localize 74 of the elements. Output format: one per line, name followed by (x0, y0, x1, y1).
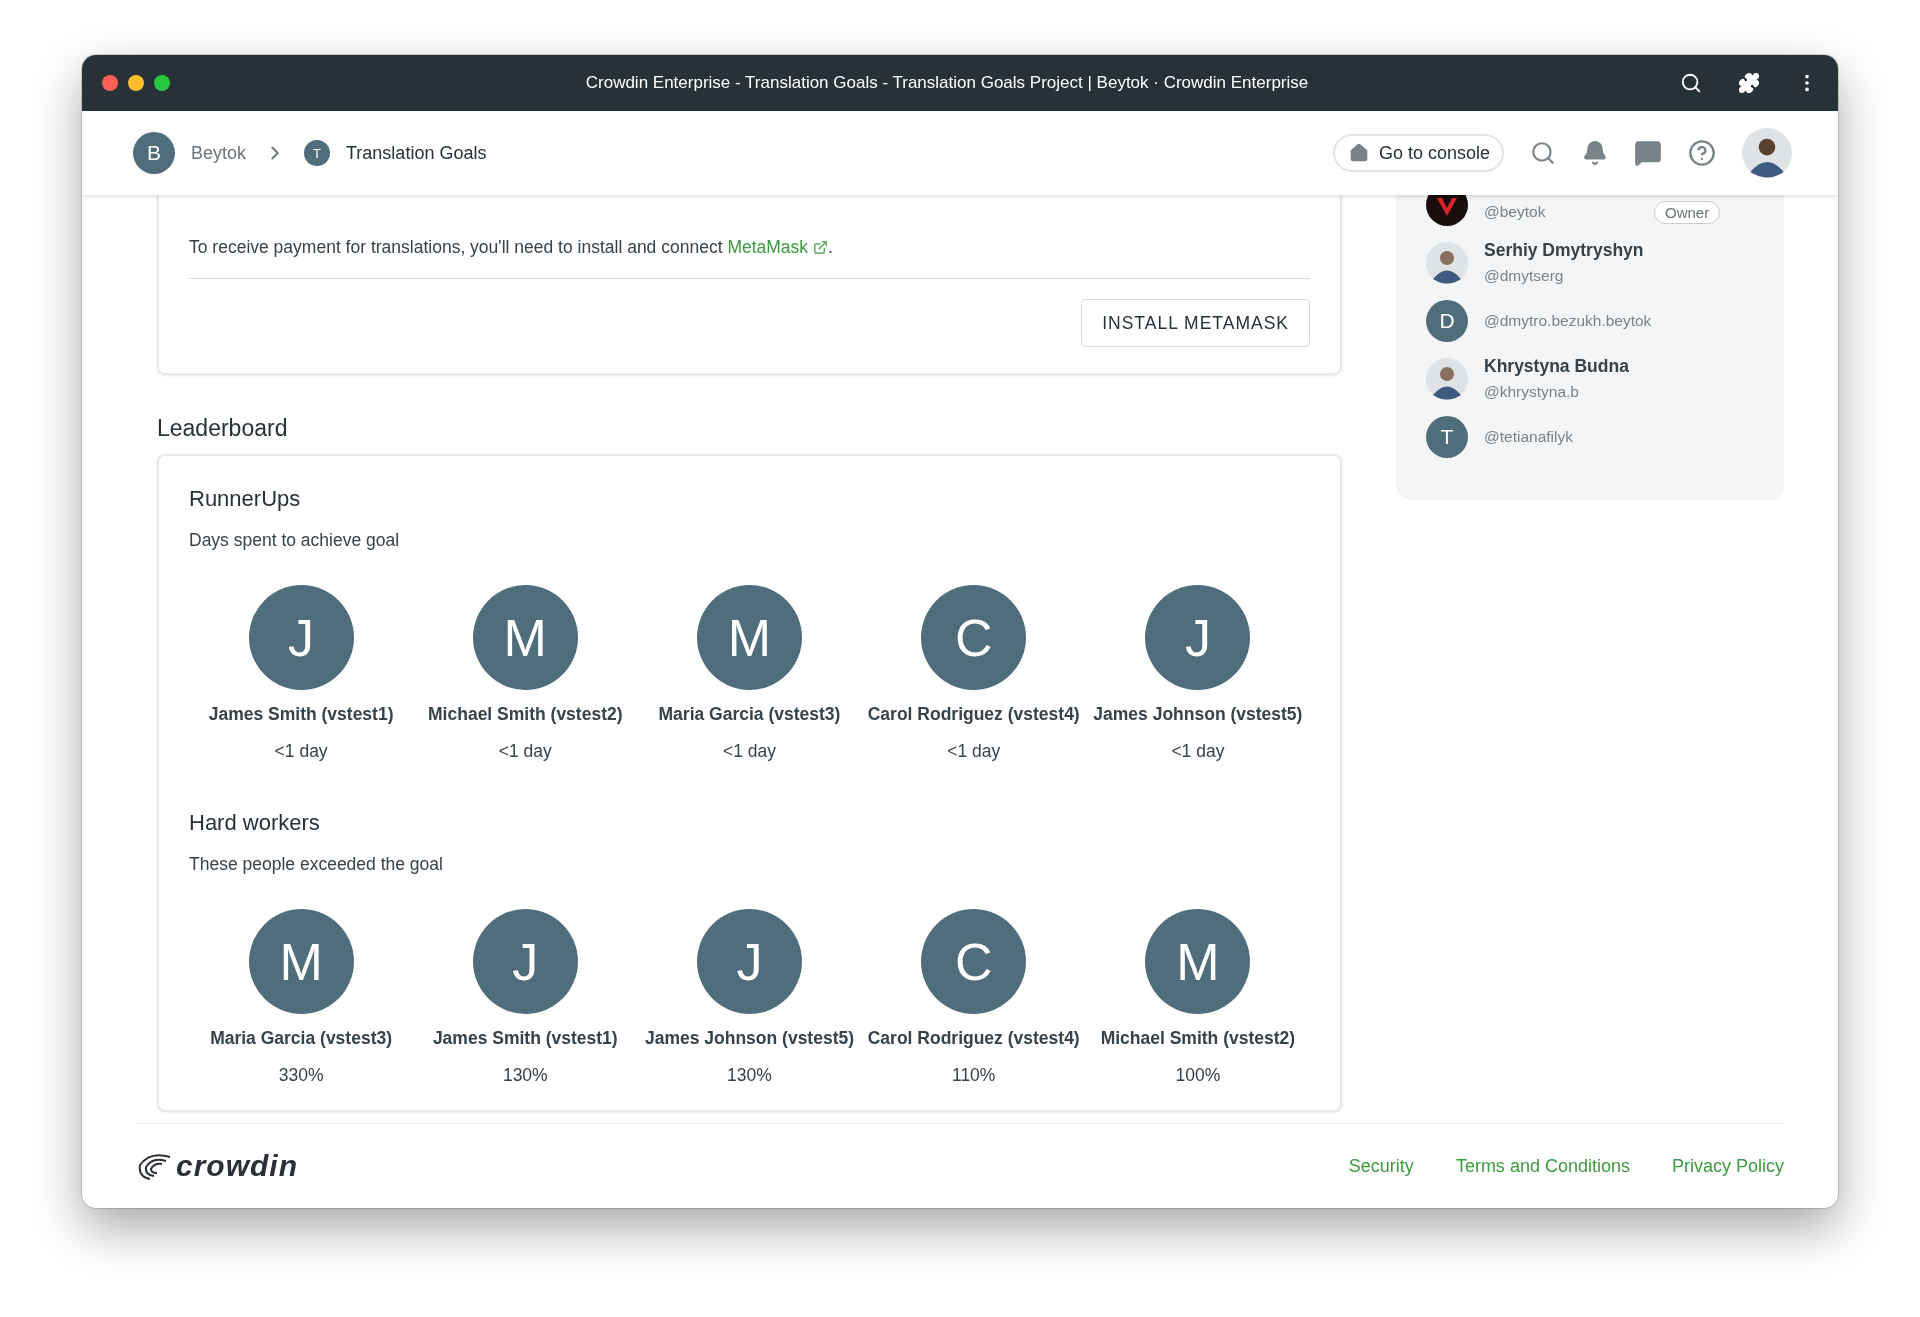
notice-text: To receive payment for translations, you'll need to install and connect MetaMask . (189, 237, 1310, 279)
section-title: Leaderboard (157, 415, 289, 442)
person-value: 130% (502, 1065, 548, 1086)
initial-avatar: M (1145, 909, 1251, 1014)
member-name: Serhiy Dmytryshyn (1484, 240, 1644, 261)
person-value: 130% (727, 1065, 772, 1086)
group-subtitle: These people exceeded the goal (189, 854, 444, 875)
initial-avatar: C (921, 909, 1027, 1014)
group-subtitle: Days spent to achieve goal (189, 530, 401, 551)
footer-link[interactable]: Security (1348, 1155, 1414, 1177)
initial-avatar: M (697, 585, 802, 690)
external-link-icon (812, 240, 828, 255)
person-name: Michael Smith (vstest2) (1100, 1028, 1296, 1049)
help-icon[interactable] (1688, 139, 1716, 167)
initial-avatar: J (697, 909, 802, 1014)
metamask-link[interactable]: MetaMask (727, 237, 828, 257)
person-name: James Smith (vstest1) (208, 704, 394, 725)
group-title: Hard workers (189, 810, 321, 836)
zoom-window-icon[interactable] (154, 75, 170, 91)
member-handle: @beytok (1484, 202, 1546, 221)
swirl-logo-icon (136, 1151, 172, 1181)
person-name: James Johnson (vstest5) (644, 1028, 855, 1049)
person-value: 330% (278, 1065, 324, 1086)
initial-avatar: J (1145, 585, 1251, 690)
person-value: <1 day (722, 741, 776, 762)
initial-avatar: T (1426, 415, 1468, 458)
person-name: James Smith (vstest1) (432, 1028, 618, 1049)
logo-avatar (1426, 195, 1468, 226)
person-name: Maria Garcia (vstest3) (210, 1028, 393, 1049)
person-avatar[interactable] (1742, 128, 1792, 178)
message-icon[interactable] (1634, 139, 1662, 167)
initial-avatar: J (248, 585, 354, 690)
person-name: Michael Smith (vstest2) (428, 704, 623, 725)
bell-icon[interactable] (1582, 140, 1608, 166)
member-handle: @dmytro.bezukh.beytok (1484, 311, 1652, 330)
group-title: RunnerUps (189, 486, 302, 512)
person-avatar (1426, 241, 1468, 284)
initial-avatar: M (472, 585, 578, 690)
initial-avatar: J (472, 909, 578, 1014)
install-button[interactable]: INSTALL METAMASK (1081, 299, 1310, 347)
breadcrumb-link[interactable]: Beytok (191, 142, 247, 164)
footer-link[interactable]: Terms and Conditions (1455, 1155, 1630, 1177)
person-name: Maria Garcia (vstest3) (658, 704, 841, 725)
initial-avatar: D (1426, 299, 1468, 342)
member-handle: @tetianafilyk (1484, 427, 1573, 446)
person-value: <1 day (947, 741, 1001, 762)
member-handle: @dmytserg (1484, 267, 1565, 285)
close-window-icon[interactable] (102, 75, 118, 91)
footer-link[interactable]: Privacy Policy (1671, 1155, 1784, 1177)
minimize-window-icon[interactable] (128, 75, 144, 91)
person-value: <1 day (1171, 741, 1225, 762)
person-name: Carol Rodriguez (vstest4) (867, 1028, 1080, 1049)
member-name: Khrystyna Budna (1484, 356, 1629, 377)
role-badge: Owner (1654, 201, 1721, 224)
person-value: <1 day (498, 741, 552, 762)
console-button[interactable]: Go to console (1332, 134, 1504, 172)
person-avatar (1426, 357, 1468, 400)
window-title: Crowdin Enterprise - Translation Goals - Translation Goals Project | Beytok · Crowdin Enterprise (584, 73, 1310, 93)
puzzle-icon[interactable] (1738, 72, 1760, 94)
search-icon[interactable] (1530, 140, 1556, 166)
person-name: James Johnson (vstest5) (1093, 704, 1303, 725)
person-value: <1 day (274, 741, 328, 762)
home-icon (1348, 143, 1369, 163)
person-value: 110% (951, 1065, 996, 1086)
zoom-icon[interactable] (1680, 72, 1702, 94)
breadcrumb-link[interactable]: Translation Goals (346, 142, 487, 164)
person-name: Carol Rodriguez (vstest4) (867, 704, 1080, 725)
logo-text: crowdin (176, 1149, 298, 1183)
member-handle: @khrystyna.b (1484, 383, 1580, 401)
initial-avatar: T (304, 140, 331, 166)
initial-avatar: C (921, 585, 1027, 690)
initial-avatar: M (248, 909, 354, 1014)
person-value: 100% (1175, 1065, 1221, 1086)
initial-avatar: B (133, 132, 175, 174)
